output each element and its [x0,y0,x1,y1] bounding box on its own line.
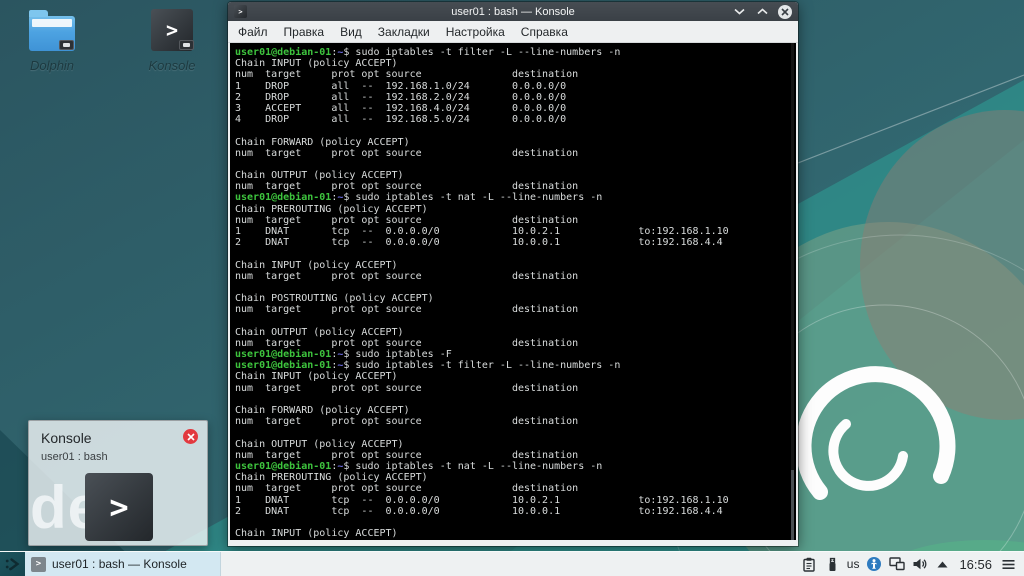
terminal-prompt-line: user01@debian-01:~$ sudo iptables -t nat… [235,460,603,472]
volume-icon[interactable] [911,556,928,573]
konsole-task-tooltip: Konsole user01 : bash > [28,420,208,546]
terminal-line: num target prot opt source destination [235,483,579,495]
tooltip-title: Konsole [41,430,92,446]
keyboard-layout-indicator[interactable]: us [847,557,860,571]
task-label: user01 : bash — Konsole [52,557,187,571]
terminal-line: Chain OUTPUT (policy ACCEPT) [235,438,404,450]
minimize-button[interactable] [732,5,746,19]
system-tray: us 16:56 [801,552,1024,576]
terminal-line: 1 DROP all -- 192.168.1.0/24 0.0.0.0/0 [235,80,567,92]
terminal-line: 3 ACCEPT all -- 192.168.4.0/24 0.0.0.0/0 [235,102,567,114]
terminal-line: num target prot opt source destination [235,181,579,193]
tooltip-subtitle: user01 : bash [41,451,108,463]
desktop: deb Dolphin > Konsole > user01 : bash — … [0,0,1024,576]
menu-bookmarks[interactable]: Закладки [370,21,438,43]
terminal-line: Chain INPUT (policy ACCEPT) [235,371,398,383]
terminal-line: Chain PREROUTING (policy ACCEPT) [235,203,428,215]
terminal-line: Chain INPUT (policy ACCEPT) [235,58,398,70]
clipboard-icon[interactable] [801,556,818,573]
terminal-line: Chain INPUT (policy ACCEPT) [235,528,398,540]
tooltip-close-button[interactable] [183,429,198,444]
terminal-line: num target prot opt source destination [235,382,579,394]
task-konsole-icon: > [31,556,46,572]
konsole-preview-icon: > [85,473,153,541]
window-title: user01 : bash — Konsole [451,5,575,18]
removable-device-icon[interactable] [824,556,841,573]
konsole-terminal-icon: > [148,6,196,54]
panel-menu-icon[interactable] [1000,556,1017,573]
terminal-line: Chain FORWARD (policy ACCEPT) [235,405,410,416]
terminal-line: num target prot opt source destination [235,69,579,81]
expand-tray-icon[interactable] [934,556,951,573]
terminal-scrollbar[interactable] [791,43,794,540]
info-center-icon[interactable] [865,556,882,573]
terminal-line: num target prot opt source destination [235,147,579,159]
terminal-line: num target prot opt source destination [235,304,579,316]
terminal-output[interactable]: user01@debian-01:~$ sudo iptables -t fil… [230,43,796,540]
terminal-line: num target prot opt source destination [235,416,579,428]
window-menubar: Файл Правка Вид Закладки Настройка Справ… [228,21,798,43]
terminal-line: Chain FORWARD (policy ACCEPT) [235,136,410,148]
desktop-icon-label: Dolphin [29,58,75,73]
terminal-line: Chain INPUT (policy ACCEPT) [235,259,398,271]
desktop-icon-label: Konsole [148,58,196,73]
terminal-line: num target prot opt source destination [235,337,579,349]
desktop-icon-dolphin[interactable]: Dolphin [6,6,98,73]
terminal-line: Chain POSTROUTING (policy ACCEPT) [235,293,434,305]
taskbar-task-konsole[interactable]: > user01 : bash — Konsole [25,552,221,576]
terminal-line: num target prot opt source destination [235,214,579,226]
terminal-line: 2 DNAT tcp -- 0.0.0.0/0 10.0.0.1 to:192.… [235,505,723,517]
terminal-prompt-line: user01@debian-01:~$ sudo iptables -t fil… [235,360,621,372]
desktop-icon-konsole[interactable]: > Konsole [126,6,218,73]
taskbar: > user01 : bash — Konsole us 16:56 [0,551,1024,576]
konsole-window: > user01 : bash — Konsole Файл Правка Ви… [228,2,798,546]
terminal-line: num target prot opt source destination [235,449,579,461]
terminal-line: Chain PREROUTING (policy ACCEPT) [235,472,428,484]
app-launcher-button[interactable] [0,552,25,576]
shortcut-emblem-icon [59,40,74,50]
menu-settings[interactable]: Настройка [438,21,513,43]
terminal-prompt-line: user01@debian-01:~$ sudo iptables -t fil… [235,47,621,58]
menu-edit[interactable]: Правка [276,21,333,43]
window-titlebar[interactable]: > user01 : bash — Konsole [228,2,798,21]
terminal-prompt-line: user01@debian-01:~$ sudo iptables -t nat… [235,192,603,204]
terminal-line: num target prot opt source destination [235,270,579,282]
shortcut-emblem-icon [179,40,194,50]
clock[interactable]: 16:56 [959,557,992,572]
terminal-line: 4 DROP all -- 192.168.5.0/24 0.0.0.0/0 [235,114,567,126]
display-network-icon[interactable] [888,556,905,573]
terminal-line: Chain OUTPUT (policy ACCEPT) [235,326,404,338]
maximize-button[interactable] [755,5,769,19]
desktop-icon-area: Dolphin > Konsole [6,6,218,73]
dolphin-folder-icon [28,6,76,54]
terminal-prompt-line: user01@debian-01:~$ sudo iptables -F [235,349,452,361]
launcher-icon [5,558,19,571]
menu-view[interactable]: Вид [332,21,370,43]
close-button[interactable] [778,4,792,19]
terminal-line: 1 DNAT tcp -- 0.0.0.0/0 10.0.2.1 to:192.… [235,494,729,506]
terminal-line: 2 DNAT tcp -- 0.0.0.0/0 10.0.0.1 to:192.… [235,237,723,249]
terminal-line: 1 DNAT tcp -- 0.0.0.0/0 10.0.2.1 to:192.… [235,226,729,237]
menu-file[interactable]: Файл [230,21,276,43]
terminal-line: 2 DROP all -- 192.168.2.0/24 0.0.0.0/0 [235,91,567,103]
menu-help[interactable]: Справка [513,21,576,43]
terminal-line: Chain OUTPUT (policy ACCEPT) [235,170,404,182]
